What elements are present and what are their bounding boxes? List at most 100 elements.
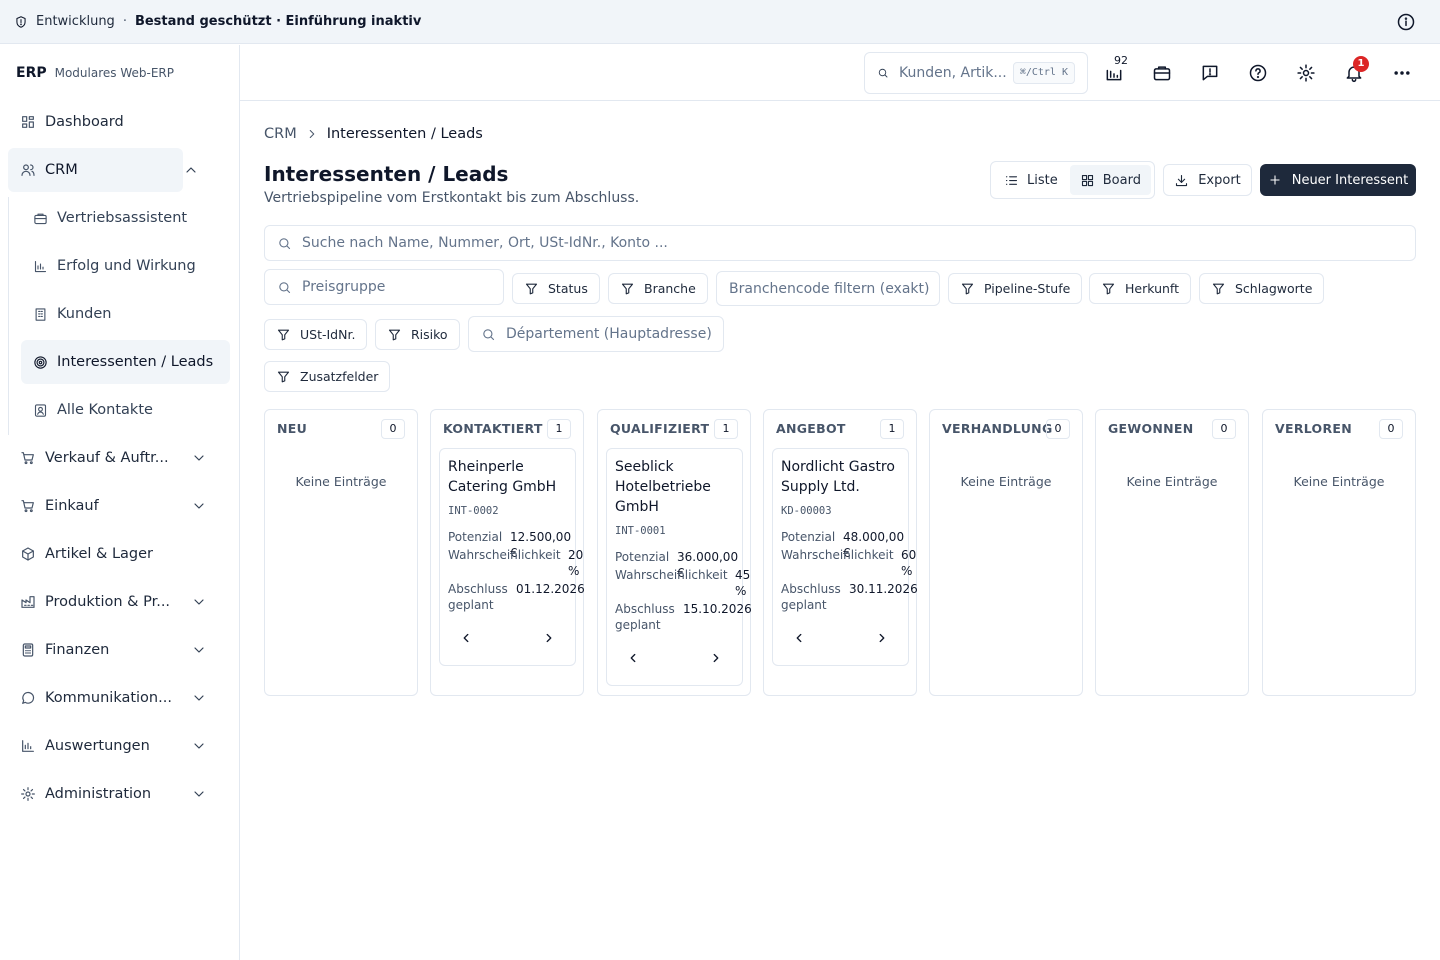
bar-chart-icon bbox=[34, 260, 47, 272]
move-right-icon[interactable] bbox=[875, 631, 891, 647]
sidebar-item-label: Verkauf & Auftr... bbox=[45, 450, 169, 466]
probability-value: 45 % bbox=[735, 568, 751, 598]
gear-icon[interactable] bbox=[1294, 61, 1318, 85]
environment-status: Bestand geschützt · Einführung inaktiv bbox=[134, 14, 422, 29]
list-view-button[interactable]: Liste bbox=[994, 165, 1068, 195]
factory-icon bbox=[21, 596, 35, 608]
lead-card-title: Seeblick Hotelbetriebe GmbH bbox=[615, 459, 711, 515]
sidebar-subitem-kunden[interactable]: Kunden bbox=[21, 292, 230, 336]
sidebar-subitem-vertriebsassistent[interactable]: Vertriebsassistent bbox=[21, 196, 230, 240]
lead-card[interactable]: Seeblick Hotelbetriebe GmbH INT-0001 Pot… bbox=[606, 448, 752, 686]
filter-icon bbox=[525, 283, 538, 295]
sidebar-item-einkauf[interactable]: Einkauf bbox=[8, 484, 228, 528]
column-count: 1 bbox=[547, 419, 571, 439]
herkunft-filter[interactable]: Herkunft bbox=[1089, 273, 1192, 304]
zusatzfelder-filter[interactable]: Zusatzfelder bbox=[264, 361, 391, 392]
sidebar-item-label: Dashboard bbox=[45, 114, 124, 130]
column-title: GEWONNEN bbox=[1108, 421, 1194, 436]
sidebar-subitem-leads[interactable]: Interessenten / Leads bbox=[21, 340, 230, 384]
chevron-down-icon[interactable] bbox=[191, 450, 207, 466]
cart-icon bbox=[21, 452, 34, 465]
contact-icon bbox=[34, 403, 47, 417]
chevron-down-icon[interactable] bbox=[191, 498, 207, 514]
sidebar-item-finanzen[interactable]: Finanzen bbox=[8, 628, 228, 672]
board-column-kontaktiert: KONTAKTIERT 1 Rheinperle Catering GmbH I… bbox=[430, 409, 585, 696]
dashboard-icon bbox=[22, 116, 34, 128]
new-lead-button[interactable]: Neuer Interessent bbox=[1260, 164, 1416, 196]
departement-filter bbox=[468, 316, 724, 352]
close-date-value: 30.11.2026 bbox=[849, 582, 918, 596]
lead-card[interactable]: Nordlicht Gastro Supply Ltd. KD-00003 Po… bbox=[772, 448, 918, 666]
column-title: NEU bbox=[277, 421, 308, 436]
close-date-label: Abschluss geplant bbox=[448, 582, 508, 612]
export-button[interactable]: Export bbox=[1163, 164, 1252, 196]
info-icon[interactable] bbox=[1396, 12, 1416, 32]
column-empty-label: Keine Einträge bbox=[1126, 474, 1218, 489]
filter-label: Pipeline-Stufe bbox=[984, 281, 1071, 296]
branche-filter[interactable]: Branche bbox=[608, 273, 708, 304]
sidebar-item-verkauf[interactable]: Verkauf & Auftr... bbox=[8, 436, 228, 480]
board-column-angebot: ANGEBOT 1 Nordlicht Gastro Supply Ltd. K… bbox=[763, 409, 918, 696]
briefcase-icon[interactable] bbox=[1150, 61, 1174, 85]
potential-label: Potenzial bbox=[781, 530, 836, 544]
feedback-icon[interactable] bbox=[1198, 61, 1222, 85]
sidebar-item-administration[interactable]: Administration bbox=[8, 772, 228, 816]
move-left-icon[interactable] bbox=[792, 631, 808, 647]
sidebar-item-kommunikation[interactable]: Kommunikation... bbox=[8, 676, 228, 720]
building-icon bbox=[35, 307, 46, 321]
chevron-down-icon[interactable] bbox=[191, 642, 207, 658]
schlagworte-filter[interactable]: Schlagworte bbox=[1199, 273, 1325, 304]
chevron-down-icon[interactable] bbox=[191, 690, 207, 706]
move-left-icon[interactable] bbox=[459, 631, 475, 647]
brand[interactable]: ERP Modulares Web-ERP bbox=[16, 65, 174, 81]
lead-card[interactable]: Rheinperle Catering GmbH INT-0002 Potenz… bbox=[439, 448, 585, 666]
page-title: Interessenten / Leads bbox=[264, 162, 509, 186]
column-count: 1 bbox=[880, 419, 904, 439]
cart-icon bbox=[21, 500, 34, 513]
sidebar-item-crm[interactable]: CRM bbox=[8, 148, 196, 192]
sidebar-item-dashboard[interactable]: Dashboard bbox=[8, 100, 228, 144]
package-icon bbox=[22, 547, 34, 561]
global-search-placeholder: Kunden, Artik... bbox=[899, 65, 1007, 81]
price-group-input[interactable] bbox=[302, 279, 503, 295]
potential-label: Potenzial bbox=[448, 530, 503, 544]
chevron-down-icon[interactable] bbox=[191, 738, 207, 754]
ustid-filter[interactable]: USt-IdNr. bbox=[264, 319, 368, 350]
departement-input[interactable] bbox=[506, 326, 723, 342]
sidebar-item-auswertungen[interactable]: Auswertungen bbox=[8, 724, 228, 768]
breadcrumb-parent[interactable]: CRM bbox=[264, 126, 297, 142]
move-right-icon[interactable] bbox=[709, 651, 725, 667]
global-search[interactable]: Kunden, Artik... ⌘/Ctrl K bbox=[864, 52, 1088, 94]
close-date-label: Abschluss geplant bbox=[781, 582, 841, 612]
sidebar-item-produktion[interactable]: Produktion & Pr... bbox=[8, 580, 228, 624]
lead-card-title: Nordlicht Gastro Supply Ltd. bbox=[781, 459, 895, 495]
chevron-up-icon[interactable] bbox=[183, 162, 199, 178]
brand-tagline: Modulares Web-ERP bbox=[54, 66, 174, 80]
close-date-label: Abschluss geplant bbox=[615, 602, 675, 632]
more-icon[interactable] bbox=[1390, 61, 1414, 85]
branchencode-input[interactable] bbox=[729, 280, 939, 297]
lead-search-input[interactable] bbox=[302, 235, 1382, 251]
move-right-icon[interactable] bbox=[542, 631, 558, 647]
sidebar-subitem-kontakte[interactable]: Alle Kontakte bbox=[21, 388, 230, 432]
new-lead-label: Neuer Interessent bbox=[1291, 172, 1409, 188]
status-filter[interactable]: Status bbox=[512, 273, 600, 304]
move-left-icon[interactable] bbox=[626, 651, 642, 667]
inbox-icon[interactable] bbox=[1102, 61, 1126, 85]
risiko-filter[interactable]: Risiko bbox=[375, 319, 460, 350]
close-date-value: 01.12.2026 bbox=[516, 582, 585, 596]
briefcase-icon bbox=[34, 213, 47, 224]
pipeline-filter[interactable]: Pipeline-Stufe bbox=[948, 273, 1083, 304]
board-view-button[interactable]: Board bbox=[1069, 165, 1151, 195]
sidebar-item-label: Erfolg und Wirkung bbox=[57, 258, 196, 274]
chevron-down-icon[interactable] bbox=[191, 786, 207, 802]
sidebar-item-label: CRM bbox=[45, 162, 78, 178]
filter-label: Risiko bbox=[411, 327, 448, 342]
sidebar-subitem-erfolg[interactable]: Erfolg und Wirkung bbox=[21, 244, 230, 288]
sidebar-item-artikel[interactable]: Artikel & Lager bbox=[8, 532, 228, 576]
help-icon[interactable] bbox=[1246, 61, 1270, 85]
column-count: 0 bbox=[1046, 419, 1070, 439]
chevron-down-icon[interactable] bbox=[191, 594, 207, 610]
column-empty-label: Keine Einträge bbox=[1293, 474, 1385, 489]
search-icon bbox=[279, 281, 291, 293]
